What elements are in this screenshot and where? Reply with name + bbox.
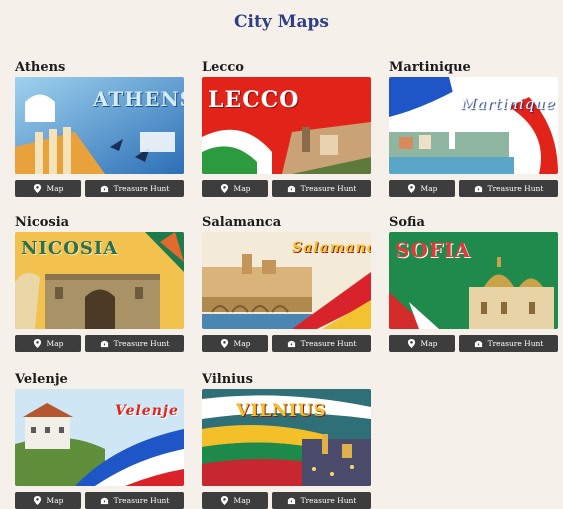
treasure-hunt-button-label: Treasure Hunt	[300, 339, 357, 348]
city-artwork-nicosia[interactable]: NICOSIA	[15, 232, 184, 329]
martinique-illustration	[389, 77, 558, 174]
map-button[interactable]: Map	[15, 180, 81, 197]
city-name: Lecco	[202, 60, 244, 75]
treasure-chest-icon	[100, 185, 108, 193]
city-artwork-vilnius[interactable]: VILNIUS	[202, 389, 371, 486]
map-button[interactable]: Map	[389, 335, 455, 352]
city-artwork-athens[interactable]: ATHENS	[15, 77, 184, 174]
city-card-sofia: Sofia SOFIA Map Treasure Hunt	[389, 215, 558, 352]
city-artwork-salamanca[interactable]: Salamanca	[202, 232, 371, 329]
treasure-hunt-button[interactable]: Treasure Hunt	[272, 180, 371, 197]
map-pin-icon	[407, 339, 415, 348]
city-card-vilnius: Vilnius VILNIUS Map Treasure Hunt	[202, 372, 371, 509]
map-button[interactable]: Map	[202, 180, 268, 197]
treasure-hunt-button[interactable]: Treasure Hunt	[85, 335, 184, 352]
city-name: Athens	[15, 60, 66, 75]
treasure-hunt-button-label: Treasure Hunt	[487, 184, 544, 193]
city-name: Sofia	[389, 215, 425, 230]
map-pin-icon	[33, 496, 41, 505]
map-button[interactable]: Map	[15, 492, 81, 509]
map-button[interactable]: Map	[389, 180, 455, 197]
treasure-hunt-button-label: Treasure Hunt	[300, 496, 357, 505]
treasure-hunt-button-label: Treasure Hunt	[113, 184, 170, 193]
artwork-title: ATHENS	[93, 87, 184, 111]
map-button[interactable]: Map	[202, 492, 268, 509]
map-button-label: Map	[46, 339, 64, 348]
city-artwork-sofia[interactable]: SOFIA	[389, 232, 558, 329]
artwork-title: LECCO	[208, 87, 300, 113]
treasure-chest-icon	[100, 497, 108, 505]
page-title: City Maps	[234, 12, 329, 32]
treasure-chest-icon	[100, 340, 108, 348]
city-card-velenje: Velenje Velenje Map Treasure Hunt	[15, 372, 184, 509]
map-pin-icon	[407, 184, 415, 193]
treasure-hunt-button[interactable]: Treasure Hunt	[459, 335, 558, 352]
treasure-hunt-button-label: Treasure Hunt	[300, 184, 357, 193]
map-pin-icon	[33, 339, 41, 348]
map-button-label: Map	[46, 496, 64, 505]
map-pin-icon	[220, 184, 228, 193]
map-pin-icon	[220, 496, 228, 505]
treasure-chest-icon	[287, 340, 295, 348]
city-artwork-velenje[interactable]: Velenje	[15, 389, 184, 486]
map-button-label: Map	[233, 339, 251, 348]
map-button-label: Map	[46, 184, 64, 193]
city-card-salamanca: Salamanca Salamanca Map Treasure Hunt	[202, 215, 371, 352]
city-card-athens: Athens ATHENS Map Treasure Hunt	[15, 60, 184, 197]
city-artwork-lecco[interactable]: LECCO	[202, 77, 371, 174]
map-button[interactable]: Map	[202, 335, 268, 352]
treasure-chest-icon	[287, 497, 295, 505]
city-name: Nicosia	[15, 215, 70, 230]
treasure-chest-icon	[287, 185, 295, 193]
city-name: Salamanca	[202, 215, 282, 230]
city-artwork-martinique[interactable]: Martinique	[389, 77, 558, 174]
city-name: Velenje	[15, 372, 68, 387]
map-pin-icon	[33, 184, 41, 193]
treasure-hunt-button[interactable]: Treasure Hunt	[272, 492, 371, 509]
treasure-hunt-button-label: Treasure Hunt	[113, 339, 170, 348]
city-card-nicosia: Nicosia NICOSIA Map Treasure Hunt	[15, 215, 184, 352]
map-pin-icon	[220, 339, 228, 348]
treasure-hunt-button[interactable]: Treasure Hunt	[272, 335, 371, 352]
treasure-hunt-button[interactable]: Treasure Hunt	[459, 180, 558, 197]
artwork-title: SOFIA	[395, 238, 471, 262]
map-button-label: Map	[420, 339, 438, 348]
treasure-hunt-button[interactable]: Treasure Hunt	[85, 180, 184, 197]
treasure-hunt-button[interactable]: Treasure Hunt	[85, 492, 184, 509]
artwork-title: NICOSIA	[21, 238, 119, 259]
city-card-martinique: Martinique Martinique Map Treasure Hunt	[389, 60, 558, 197]
treasure-hunt-button-label: Treasure Hunt	[487, 339, 544, 348]
treasure-hunt-button-label: Treasure Hunt	[113, 496, 170, 505]
city-name: Martinique	[389, 60, 471, 75]
treasure-chest-icon	[474, 185, 482, 193]
map-button-label: Map	[420, 184, 438, 193]
map-button-label: Map	[233, 184, 251, 193]
city-name: Vilnius	[202, 372, 253, 387]
treasure-chest-icon	[474, 340, 482, 348]
city-card-lecco: Lecco LECCO Map Treasure Hunt	[202, 60, 371, 197]
artwork-title: Velenje	[115, 403, 179, 419]
artwork-title: VILNIUS	[236, 401, 327, 421]
map-button-label: Map	[233, 496, 251, 505]
artwork-title: Martinique	[461, 95, 556, 113]
artwork-title: Salamanca	[292, 240, 371, 256]
map-button[interactable]: Map	[15, 335, 81, 352]
